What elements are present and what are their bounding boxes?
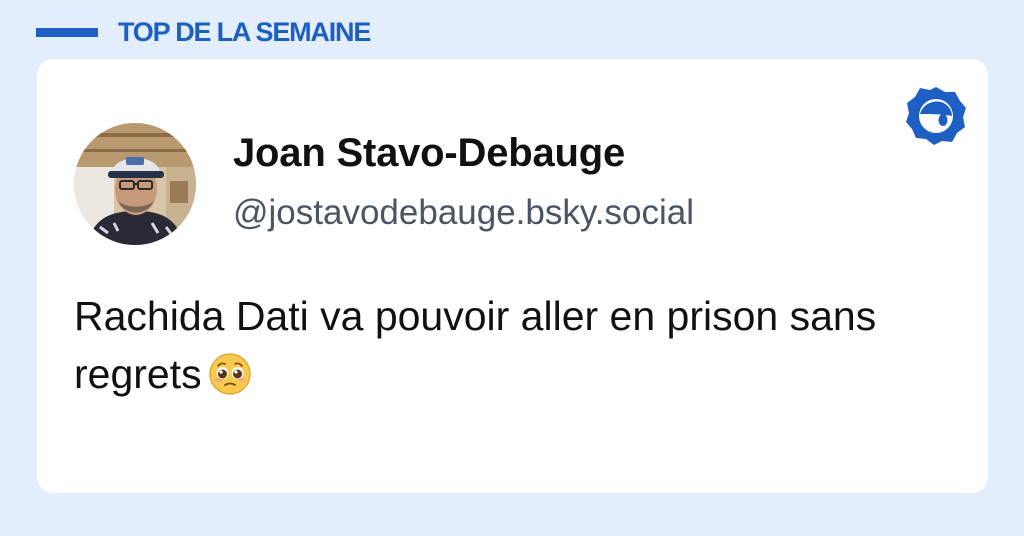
author-handle[interactable]: @jostavodebauge.bsky.social xyxy=(233,193,694,233)
pleading-face-icon xyxy=(208,352,252,396)
post-text-content: Rachida Dati va pouvoir aller en prison … xyxy=(74,293,877,397)
post-card[interactable]: Joan Stavo-Debauge @jostavodebauge.bsky.… xyxy=(37,59,988,493)
section-title: TOP DE LA SEMAINE xyxy=(118,16,371,47)
page: TOP DE LA SEMAINE Joan Stavo-Debauge @jo… xyxy=(0,0,1024,536)
section-header: TOP DE LA SEMAINE xyxy=(36,14,371,50)
section-accent-bar xyxy=(36,27,98,37)
post-text: Rachida Dati va pouvoir aller en prison … xyxy=(74,287,974,403)
author-name[interactable]: Joan Stavo-Debauge xyxy=(233,131,625,176)
avatar[interactable] xyxy=(74,123,196,245)
bluesky-badge-icon xyxy=(903,84,969,146)
